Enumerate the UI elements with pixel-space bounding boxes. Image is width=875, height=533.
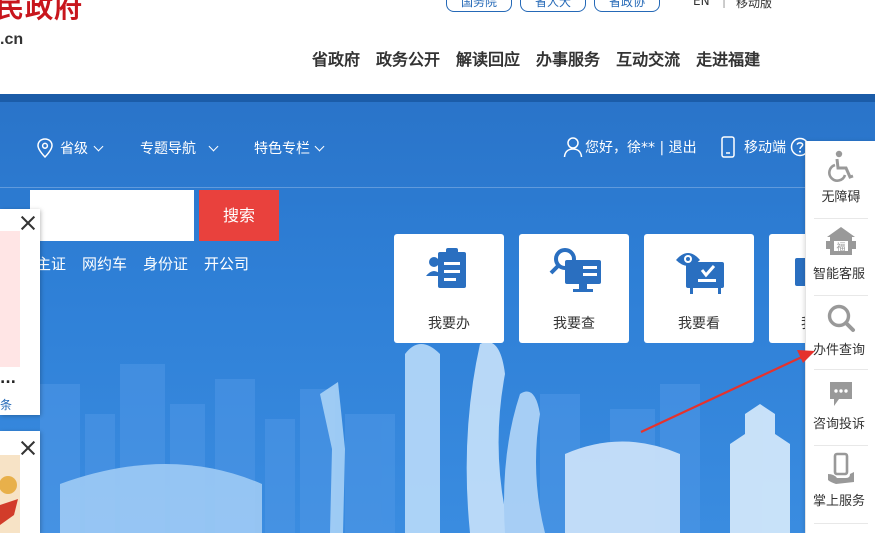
hot-word-link[interactable]: 开公司 [204, 253, 249, 274]
service-card-view[interactable]: 我要看 [644, 234, 754, 343]
sidebar-item-accessibility[interactable]: 无障碍 [806, 150, 875, 205]
sidebar-item-label: 掌上服务 [812, 494, 865, 509]
chevron-down-icon [93, 141, 104, 151]
site-logo-text[interactable]: 民政府 [0, 0, 83, 26]
sidebar-item-label: 咨询投诉 [812, 417, 865, 432]
float-service-sidebar: 无障碍 福 智能客服 办件查询 咨询投诉 掌上服务 [805, 141, 875, 533]
search-icon [827, 304, 855, 332]
location-pin-icon [37, 138, 53, 158]
mobile-entry-label: 移动端 [744, 140, 786, 156]
main-nav-item-services[interactable]: 办事服务 [536, 46, 600, 70]
province-selector[interactable]: 省级 [36, 138, 104, 158]
sidebar-divider [814, 295, 868, 296]
left-floating-popup-2[interactable] [0, 431, 40, 533]
special-column-dropdown[interactable]: 特色专栏 [254, 138, 325, 158]
close-icon[interactable] [20, 440, 36, 456]
svg-text:福: 福 [836, 241, 845, 253]
main-nav-item-about-fujian[interactable]: 走进福建 [696, 46, 760, 70]
search-button[interactable]: 搜索 [199, 190, 279, 241]
popup-ellipsis: ... [0, 371, 16, 387]
service-card-do[interactable]: 我要办 [394, 234, 504, 343]
banner-top-line [0, 94, 875, 102]
mobile-phone-icon [721, 136, 735, 158]
service-card-label: 我要看 [678, 316, 720, 332]
link-state-council[interactable]: 国务院 [446, 0, 512, 12]
main-nav-item-province-gov[interactable]: 省政府 [312, 46, 360, 70]
link-provincial-cppcc[interactable]: 省政协 [594, 0, 660, 12]
left-floating-popup[interactable]: ... 条 [0, 209, 40, 415]
sidebar-item-label: 办件查询 [812, 343, 865, 358]
sidebar-item-label: 智能客服 [812, 267, 865, 282]
special-column-label: 特色专栏 [254, 141, 310, 157]
clipboard-person-icon [426, 248, 466, 288]
sidebar-divider [814, 218, 868, 219]
service-card-label: 我要查 [553, 316, 595, 332]
service-card-query[interactable]: 我要查 [519, 234, 629, 343]
city-skyline-illustration [40, 342, 790, 533]
banner-navbar: 省级 专题导航 特色专栏 您好，徐** | 退出 移动端 [0, 102, 875, 188]
main-nav-item-interaction[interactable]: 互动交流 [616, 46, 680, 70]
magnifier-monitor-icon [549, 248, 601, 292]
sidebar-divider [814, 523, 868, 524]
chat-bubble-icon [830, 382, 852, 406]
hot-search-words: 主证 网约车 身份证 开公司 [36, 253, 265, 274]
main-nav: 省政府 政务公开 解读回应 办事服务 互动交流 走进福建 [312, 46, 776, 70]
sidebar-item-consult-complain[interactable]: 咨询投诉 [806, 379, 875, 432]
user-icon [563, 137, 583, 158]
link-provincial-congress[interactable]: 省人大 [520, 0, 586, 12]
hot-word-link[interactable]: 网约车 [82, 253, 127, 274]
chevron-down-icon [208, 141, 219, 151]
hand-phone-icon [828, 452, 854, 484]
sidebar-divider [814, 445, 868, 446]
popup-link[interactable]: 条 [0, 396, 12, 413]
user-greeting[interactable]: 您好，徐** | 退出 [563, 136, 697, 158]
sidebar-item-smart-service[interactable]: 福 智能客服 [806, 223, 875, 282]
topic-nav-dropdown[interactable]: 专题导航 [140, 138, 219, 158]
wheelchair-icon [828, 150, 854, 182]
lang-separator: | [722, 0, 727, 8]
hot-word-link[interactable]: 身份证 [143, 253, 188, 274]
popup-image [0, 231, 20, 367]
chevron-down-icon [314, 141, 325, 151]
close-icon[interactable] [20, 215, 36, 231]
sidebar-divider [814, 369, 868, 370]
mobile-version-link[interactable]: 移动版 [736, 0, 772, 11]
user-greeting-text: 您好，徐** | 退出 [585, 140, 697, 156]
main-nav-item-gov-affairs[interactable]: 政务公开 [376, 46, 440, 70]
sidebar-item-case-query[interactable]: 办件查询 [806, 303, 875, 358]
page-root: 民政府 .cn 国务院 省人大 省政协 EN | 移动版 省政府 政务公开 解读… [0, 0, 875, 533]
sidebar-item-mobile-service[interactable]: 掌上服务 [806, 452, 875, 509]
lang-en-link[interactable]: EN [693, 0, 710, 8]
robot-service-icon: 福 [826, 227, 856, 255]
site-logo-domain: .cn [0, 31, 24, 48]
popup-mascot-image [0, 455, 20, 533]
eye-board-icon [676, 253, 724, 294]
province-selector-label: 省级 [60, 141, 88, 157]
hot-word-link[interactable]: 主证 [36, 253, 66, 274]
sidebar-item-label: 无障碍 [821, 190, 861, 205]
topic-nav-label: 专题导航 [140, 141, 196, 157]
main-nav-item-interpretation[interactable]: 解读回应 [456, 46, 520, 70]
search-input[interactable] [30, 190, 194, 241]
mobile-entry[interactable]: 移动端 [720, 136, 816, 158]
service-card-label: 我要办 [428, 316, 470, 332]
